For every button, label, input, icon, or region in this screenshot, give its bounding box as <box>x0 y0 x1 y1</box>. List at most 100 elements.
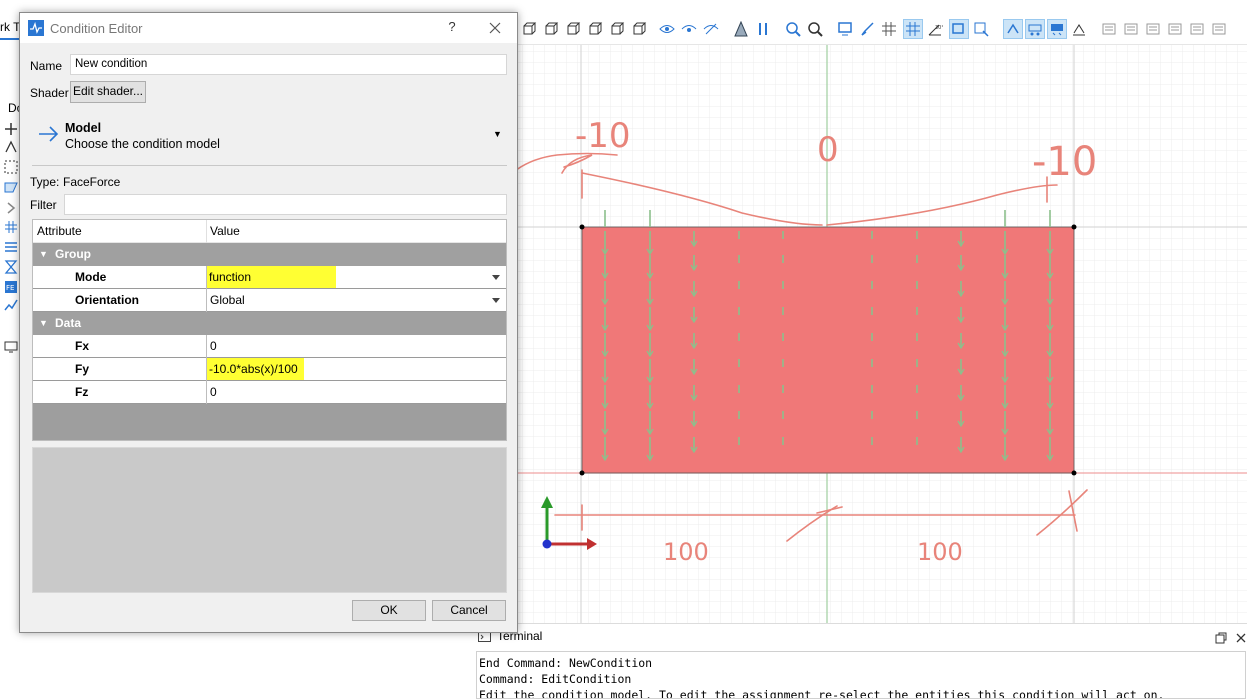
mode-label: Mode <box>33 266 207 289</box>
window-icon-1[interactable] <box>1099 19 1119 39</box>
view-left-icon[interactable] <box>585 19 605 39</box>
dialog-titlebar[interactable]: Condition Editor ? <box>20 13 517 43</box>
dropdown-arrow-icon[interactable] <box>492 275 500 280</box>
chevron-down-icon[interactable]: ▼ <box>493 129 502 139</box>
bars-icon[interactable] <box>753 19 773 39</box>
dropdown-arrow-icon[interactable] <box>492 298 500 303</box>
terminal-line: End Command: NewCondition <box>479 656 653 670</box>
divider <box>32 165 507 166</box>
window-icon-4[interactable] <box>1165 19 1185 39</box>
eye-icon[interactable] <box>657 19 677 39</box>
close-icon[interactable] <box>485 18 505 38</box>
model-viewport[interactable]: -10 0 -10 100 100 <box>517 45 1247 623</box>
grid-snap-icon[interactable] <box>903 19 923 39</box>
terminal-close-icon[interactable] <box>1234 631 1247 645</box>
mode-select[interactable]: function <box>207 266 506 289</box>
vertex-node[interactable] <box>579 470 585 476</box>
fy-label: Fy <box>33 358 207 381</box>
cancel-button[interactable]: Cancel <box>432 600 506 621</box>
eye-hidden-icon[interactable] <box>701 19 721 39</box>
triad-origin <box>542 539 552 549</box>
terminal-output: End Command: NewCondition Command: EditCo… <box>476 651 1246 699</box>
table-row[interactable]: Mode function <box>33 266 506 289</box>
monitor-icon[interactable] <box>4 340 18 354</box>
view-top-icon[interactable] <box>629 19 649 39</box>
constraint-pin-icon[interactable] <box>1003 19 1023 39</box>
chevron-down-icon[interactable]: ▼ <box>39 312 48 335</box>
view-iso-icon[interactable] <box>519 19 539 39</box>
eye-open-icon[interactable] <box>679 19 699 39</box>
view-back-icon[interactable] <box>563 19 583 39</box>
select-tool-icon[interactable] <box>4 160 18 174</box>
window-icon-2[interactable] <box>1121 19 1141 39</box>
table-row[interactable]: Fz 0 <box>33 381 506 404</box>
list-icon[interactable] <box>4 240 18 254</box>
chevron-down-icon[interactable]: ▼ <box>39 243 48 266</box>
workspace-tab-fragment[interactable]: rk T <box>0 20 20 34</box>
vertex-node[interactable] <box>579 224 585 230</box>
face-tool-icon[interactable] <box>4 180 18 194</box>
constraint-fix-icon[interactable] <box>1069 19 1089 39</box>
brush-icon[interactable] <box>857 19 877 39</box>
group-row-data[interactable]: ▼ Data <box>33 312 506 335</box>
fz-input[interactable]: 0 <box>207 381 506 404</box>
mesh-tool-icon[interactable] <box>4 220 18 234</box>
orientation-value: Global <box>210 293 245 307</box>
zoom-icon[interactable] <box>805 19 825 39</box>
vertex-node[interactable] <box>1071 470 1077 476</box>
expand-arrow-icon[interactable] <box>4 201 18 215</box>
table-row[interactable]: Fy -10.0*abs(x)/100 <box>33 358 506 381</box>
edit-shader-button[interactable]: Edit shader... <box>70 81 146 103</box>
help-button[interactable]: ? <box>444 19 460 34</box>
model-selector[interactable]: Model Choose the condition model ▼ <box>32 117 507 165</box>
shader-label: Shader <box>30 86 69 100</box>
grid-header: Attribute Value <box>33 220 506 243</box>
fx-input[interactable]: 0 <box>207 335 506 358</box>
window-icon-3[interactable] <box>1143 19 1163 39</box>
face-surface[interactable] <box>581 226 1075 474</box>
zoom-fit-icon[interactable] <box>783 19 803 39</box>
terminal-float-icon[interactable] <box>1214 631 1228 645</box>
preview-panel <box>32 447 507 593</box>
annotation-dim-right: 100 <box>917 538 963 566</box>
fe-icon[interactable]: FE <box>4 280 18 294</box>
line-tool-icon[interactable] <box>4 140 18 154</box>
viewport-canvas[interactable]: -10 0 -10 100 100 <box>517 45 1247 623</box>
select-edit-icon[interactable] <box>971 19 991 39</box>
constraint-roller-icon[interactable] <box>1025 19 1045 39</box>
group-label: Group <box>55 247 91 261</box>
app-left-panel: rk T Dc FE <box>0 0 23 699</box>
group-row-group[interactable]: ▼ Group <box>33 243 506 266</box>
model-title: Model <box>65 121 102 135</box>
table-row[interactable]: Orientation Global <box>33 289 506 312</box>
window-icon-6[interactable] <box>1209 19 1229 39</box>
column-header-attribute[interactable]: Attribute <box>33 220 207 243</box>
fy-input[interactable]: -10.0*abs(x)/100 <box>207 358 506 381</box>
hourglass-icon[interactable] <box>4 260 18 274</box>
orientation-select[interactable]: Global <box>207 289 506 312</box>
name-input[interactable]: New condition <box>70 54 507 75</box>
ok-button[interactable]: OK <box>352 600 426 621</box>
column-header-value[interactable]: Value <box>207 220 506 243</box>
grid-icon[interactable] <box>879 19 899 39</box>
node-tool-icon[interactable] <box>4 122 18 136</box>
table-row[interactable]: Fx 0 <box>33 335 506 358</box>
dialog-title: Condition Editor <box>50 21 143 36</box>
annotation-top-center: 0 <box>817 130 839 170</box>
vertex-node[interactable] <box>1071 224 1077 230</box>
type-label: Type: <box>30 175 60 189</box>
display-icon[interactable] <box>835 19 855 39</box>
view-right-icon[interactable] <box>607 19 627 39</box>
graph-icon[interactable] <box>4 298 18 312</box>
view-front-icon[interactable] <box>541 19 561 39</box>
view-toolbar: 30° <box>517 14 1247 45</box>
constraint-load-icon[interactable] <box>1047 19 1067 39</box>
window-icon-5[interactable] <box>1187 19 1207 39</box>
angle-snap-icon[interactable]: 30° <box>925 19 945 39</box>
mode-value: function <box>207 266 336 288</box>
triangle-icon[interactable] <box>731 19 751 39</box>
select-box-icon[interactable] <box>949 19 969 39</box>
tab-underline <box>0 38 20 40</box>
filter-input[interactable] <box>64 194 507 215</box>
name-label: Name <box>30 59 63 73</box>
